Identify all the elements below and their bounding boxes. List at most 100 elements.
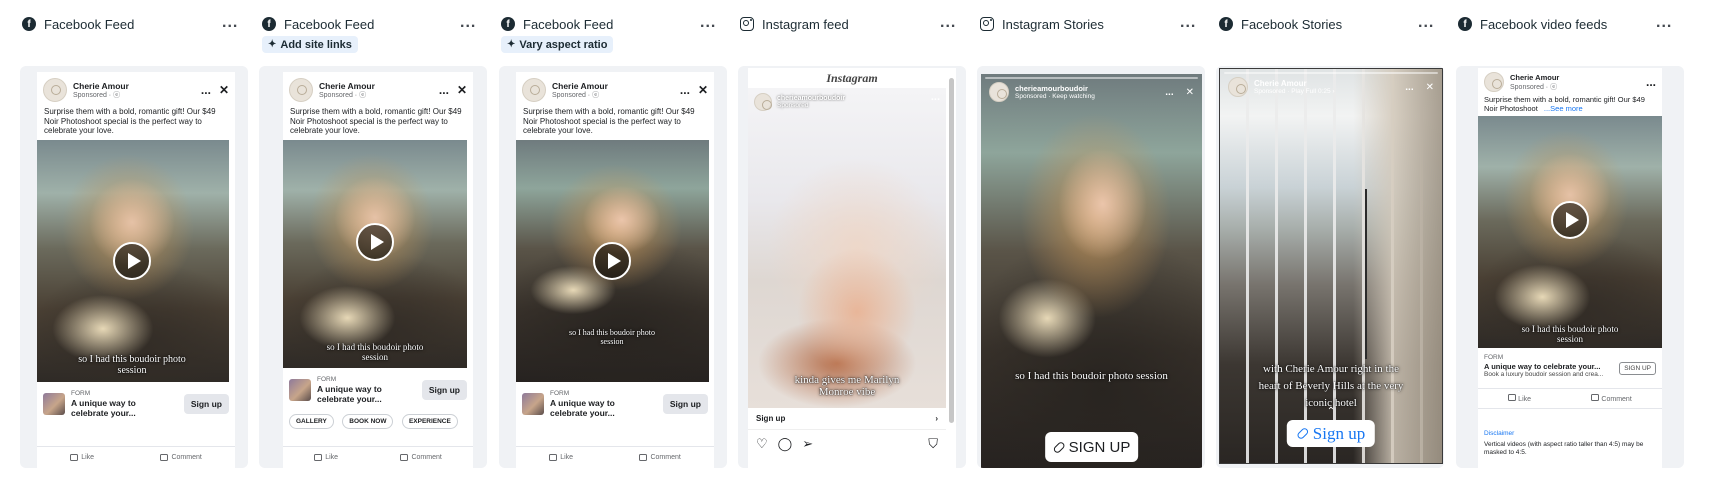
link-icon [1051, 440, 1066, 454]
disclaimer: Disclaimer Vertical videos (with aspect … [1484, 430, 1662, 457]
more-options-icon[interactable]: ... [1656, 15, 1672, 31]
like-button[interactable]: Like [314, 454, 338, 461]
sign-up-button[interactable]: Sign up [183, 393, 229, 414]
play-icon[interactable] [593, 241, 631, 280]
sign-up-button[interactable]: Sign up [1286, 420, 1376, 447]
more-options-icon[interactable]: ... [700, 15, 716, 31]
post-more-icon[interactable]: ... [201, 83, 211, 97]
site-link-book-now[interactable]: BOOK NOW [342, 413, 394, 429]
video-media[interactable]: so I had this boudoir photo session [1478, 116, 1662, 348]
ig-handle: cherieamourboudoir [1015, 84, 1088, 93]
sign-up-button[interactable]: Sign up [662, 393, 708, 414]
play-icon[interactable] [356, 223, 394, 262]
preview-card-facebook-stories[interactable]: Cherie Amour Sponsored · Play Full 0:25 … [1216, 66, 1444, 468]
preview-card-facebook-feed-1[interactable]: Cherie Amour Sponsored · ⓔ ... ✕ Surpris… [20, 66, 248, 468]
story-header: Cherie Amour Sponsored · Play Full 0:25 … [1220, 69, 1442, 105]
sign-up-button[interactable]: SIGN UP [1619, 362, 1656, 375]
disclaimer-title: Disclaimer [1484, 430, 1515, 437]
cta-row: FORM A unique way to celebrate your... B… [1478, 348, 1662, 384]
video-media[interactable]: so I had this boudoir photo session [283, 139, 467, 368]
story-video[interactable]: cherieamourboudoir Sponsored · Keep watc… [981, 74, 1202, 468]
form-label: FORM [550, 389, 570, 397]
avatar [43, 78, 67, 102]
cta-row: FORM A unique way to celebrate your... S… [37, 382, 235, 426]
comment-icon[interactable]: ◯ [778, 436, 793, 452]
like-button[interactable]: Like [549, 454, 573, 461]
column-header-facebook-feed-3: f Facebook Feed [501, 14, 613, 34]
more-options-icon[interactable]: ... [460, 15, 476, 31]
scrollbar[interactable] [949, 78, 954, 423]
close-icon[interactable]: ✕ [219, 83, 229, 97]
more-options-icon[interactable]: ... [1418, 15, 1434, 31]
sponsored-label: Sponsored · ⓔ [319, 91, 367, 99]
preview-card-facebook-video-feeds[interactable]: Cherie Amour Sponsored · ⓔ ... Surprise … [1456, 66, 1684, 468]
preview-card-instagram-feed[interactable]: Instagram cherieamourboudoir Sponsored .… [738, 66, 966, 468]
headline: A unique way to celebrate your... [71, 397, 136, 418]
image-media[interactable]: cherieamourboudoir Sponsored ... kinda g… [748, 88, 946, 408]
video-media[interactable]: so I had this boudoir photo session [516, 139, 709, 382]
post-more-icon[interactable]: ... [1405, 82, 1413, 93]
comment-button[interactable]: Comment [160, 454, 202, 461]
close-icon[interactable]: ✕ [1186, 87, 1194, 98]
site-links: GALLERY BOOK NOW EXPERIENCE [283, 410, 473, 429]
add-site-links-chip[interactable]: ✦ Add site links [262, 36, 358, 53]
tripod [1365, 189, 1367, 359]
preview-card-facebook-feed-3[interactable]: Cherie Amour Sponsored · ⓔ ... ✕ Surpris… [499, 66, 727, 468]
post-more-icon[interactable]: ... [1165, 87, 1173, 98]
comment-button[interactable]: Comment [639, 454, 681, 461]
vary-aspect-ratio-chip[interactable]: ✦ Vary aspect ratio [501, 36, 614, 53]
more-options-icon[interactable]: ... [222, 15, 238, 31]
sign-up-link[interactable]: Sign up [756, 414, 785, 423]
sign-up-button[interactable]: SIGN UP [1044, 432, 1139, 462]
avatar [1484, 72, 1504, 92]
video-media[interactable]: so I had this boudoir photo session [37, 139, 229, 382]
play-icon[interactable] [113, 241, 151, 280]
comment-icon [400, 454, 409, 461]
cta-row: FORM A unique way to celebrate your... S… [283, 368, 473, 410]
heart-icon[interactable]: ♡ [756, 436, 768, 452]
preview-card-facebook-feed-2[interactable]: Cherie Amour Sponsored · ⓔ ... ✕ Surpris… [259, 66, 487, 468]
comment-button[interactable]: Comment [1591, 394, 1632, 403]
post-more-icon[interactable]: ... [931, 91, 940, 103]
comment-button[interactable]: Comment [400, 454, 442, 461]
avatar [289, 78, 313, 102]
more-options-icon[interactable]: ... [1180, 15, 1196, 31]
see-more-link[interactable]: ...See more [1544, 104, 1583, 113]
play-icon[interactable] [1551, 201, 1589, 240]
like-label: Like [1518, 396, 1532, 403]
brand-name: Cherie Amour [1254, 79, 1307, 88]
platform-name: Instagram Stories [1002, 16, 1104, 32]
close-icon[interactable]: ✕ [698, 83, 708, 97]
like-button[interactable]: Like [1508, 394, 1531, 403]
chip-label: Add site links [280, 38, 352, 51]
story-header: cherieamourboudoir Sponsored · Keep watc… [981, 74, 1202, 110]
share-icon[interactable]: ➢ [802, 436, 813, 452]
post-more-icon[interactable]: ... [680, 83, 690, 97]
post-header: Cherie Amour Sponsored · ⓔ ... ✕ [516, 72, 714, 102]
more-options-icon[interactable]: ... [940, 15, 956, 31]
comment-label: Comment [1601, 396, 1632, 403]
post-more-icon[interactable]: ... [439, 83, 449, 97]
close-icon[interactable]: ✕ [1426, 82, 1434, 93]
facebook-icon: f [501, 17, 515, 31]
site-link-experience[interactable]: EXPERIENCE [401, 413, 458, 429]
like-button[interactable]: Like [70, 454, 94, 461]
ad-post: Cherie Amour Sponsored · ⓔ ... ✕ Surpris… [283, 72, 473, 468]
reaction-bar: Like Comment [516, 446, 714, 468]
video-subtitle: so I had this boudoir photo session [1015, 370, 1168, 382]
site-link-gallery[interactable]: GALLERY [289, 413, 334, 429]
preview-card-instagram-stories[interactable]: cherieamourboudoir Sponsored · Keep watc… [977, 66, 1205, 468]
close-icon[interactable]: ✕ [457, 83, 467, 97]
column-header-facebook-feed-1: f Facebook Feed [22, 14, 134, 34]
cta-strip[interactable]: Sign up › [748, 408, 946, 430]
cta-label: Sign up [1312, 423, 1366, 443]
save-icon[interactable]: ⛉ [928, 436, 938, 452]
ig-handle: cherieamourboudoir [777, 95, 846, 102]
story-sub: Sponsored · Keep watching [1015, 93, 1095, 100]
post-more-icon[interactable]: ... [1646, 75, 1656, 89]
story-video[interactable]: Cherie Amour Sponsored · Play Full 0:25 … [1219, 68, 1443, 464]
like-icon [1508, 394, 1517, 401]
sign-up-button[interactable]: Sign up [421, 379, 467, 400]
column-header-facebook-video-feeds: f Facebook video feeds [1458, 14, 1607, 34]
like-icon [314, 454, 323, 461]
